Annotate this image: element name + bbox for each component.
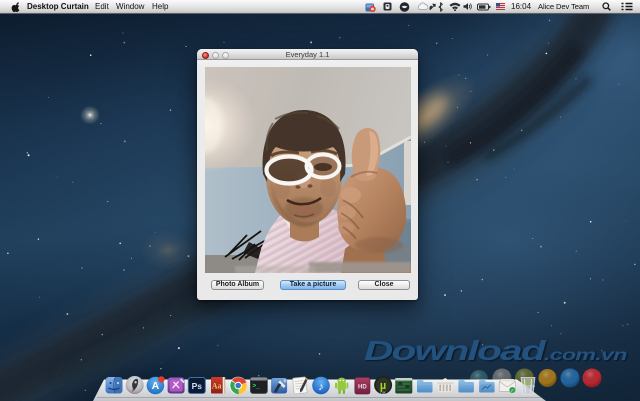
svg-text:♪: ♪ (318, 381, 324, 393)
svg-text:Ps: Ps (192, 381, 203, 391)
svg-text:DIK: DIK (380, 391, 386, 395)
svg-text:>_: >_ (252, 383, 260, 390)
svg-text:✓: ✓ (510, 388, 514, 393)
svg-text:HD: HD (358, 385, 367, 391)
svg-text:A: A (152, 380, 160, 392)
svg-text:Aa: Aa (212, 382, 222, 391)
